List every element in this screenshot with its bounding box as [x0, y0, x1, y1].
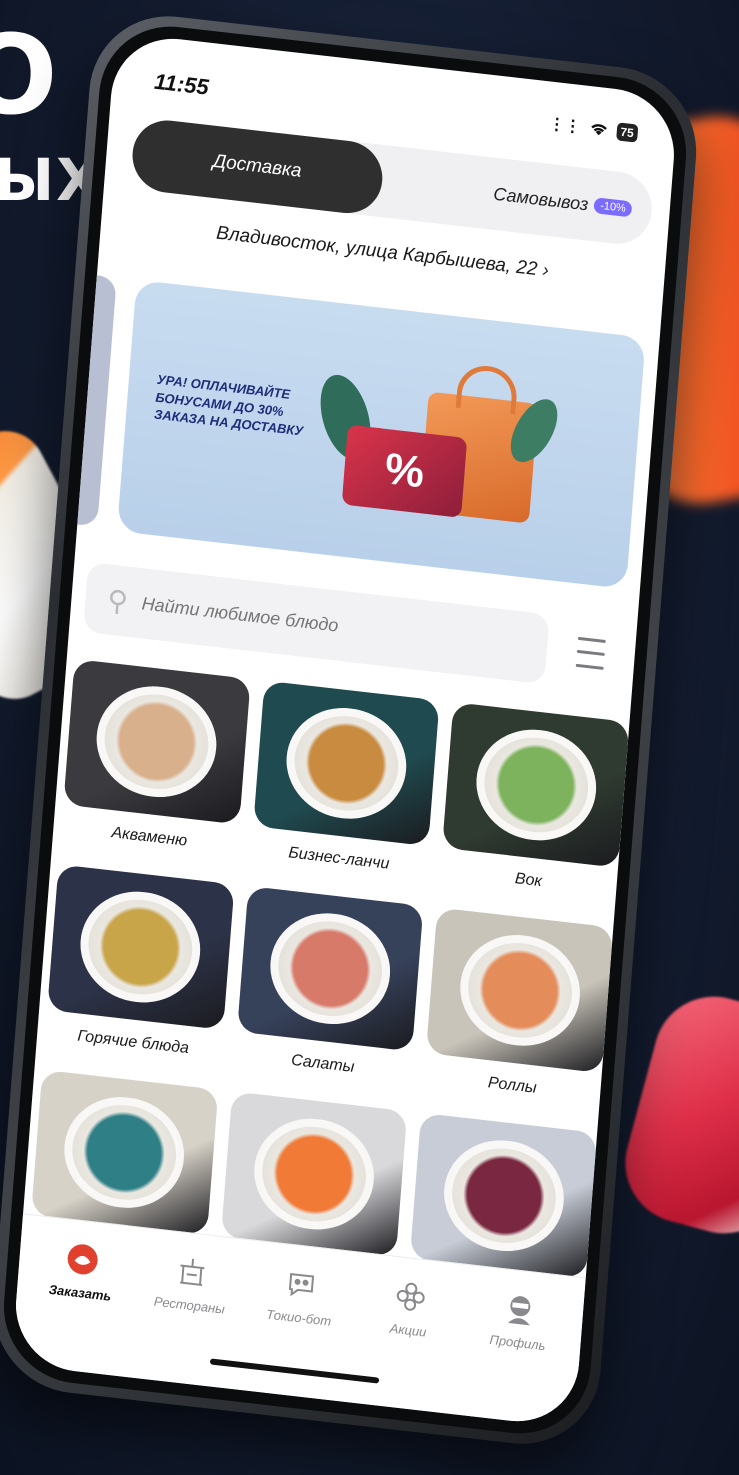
sushi-icon — [61, 1237, 104, 1281]
category-image — [47, 864, 235, 1030]
category-label: Горячие блюда — [76, 1027, 190, 1058]
dish-plate — [249, 1111, 379, 1237]
category-tile[interactable]: Горячие блюда — [44, 864, 235, 1069]
category-label: Акваменю — [110, 824, 188, 850]
search-bar[interactable]: ⚲ — [82, 561, 550, 685]
promo-banner-text: УРА! ОПЛАЧИВАЙТЕ БОНУСАМИ ДО 30% ЗАКАЗА … — [153, 371, 304, 439]
category-image — [252, 680, 440, 847]
category-label: Роллы — [487, 1074, 538, 1097]
category-tile[interactable]: Салаты — [234, 885, 424, 1091]
dish-plate — [471, 722, 600, 848]
tab-label: Акции — [389, 1320, 427, 1340]
dish-plate — [266, 906, 395, 1031]
tab-label: Профиль — [488, 1331, 546, 1354]
gift-flower-icon — [389, 1275, 432, 1319]
tab-label: Рестораны — [153, 1293, 226, 1317]
category-image — [220, 1091, 408, 1257]
dish-plate — [455, 928, 584, 1053]
promo-banner[interactable]: УРА! ОПЛАЧИВАЙТЕ БОНУСАМИ ДО 30% ЗАКАЗА … — [116, 279, 646, 590]
category-tile[interactable]: Роллы — [423, 907, 614, 1113]
home-indicator[interactable] — [209, 1358, 380, 1384]
dish-plate — [76, 885, 205, 1010]
tab-ninja-profile[interactable]: Профиль — [462, 1283, 576, 1356]
tab-sushi[interactable]: Заказать — [25, 1233, 139, 1306]
dish-plate — [439, 1133, 568, 1258]
app-screen: 11:55 ⋮⋮ 75 Доставка Самовывоз -10% Влад… — [11, 32, 679, 1428]
category-image — [442, 702, 630, 868]
filter-sliders-icon[interactable] — [569, 631, 612, 675]
tab-pickup-label: Самовывоз — [492, 183, 590, 214]
tab-temple[interactable]: Рестораны — [134, 1246, 248, 1319]
discount-card-illustration: % — [341, 424, 468, 518]
search-icon: ⚲ — [106, 583, 130, 618]
tab-gift-flower[interactable]: Акции — [353, 1271, 467, 1344]
delivery-address-text: Владивосток, улица Карбышева, 22 — [215, 222, 539, 281]
category-tile[interactable]: Бизнес-ланчи — [250, 680, 440, 886]
category-tile[interactable]: Акваменю — [60, 658, 251, 864]
tab-delivery-label: Доставка — [212, 150, 303, 182]
tab-label: Токио-бот — [265, 1306, 332, 1329]
tab-chat-bot[interactable]: Токио-бот — [243, 1258, 357, 1331]
dish-plate — [92, 679, 221, 804]
category-image — [410, 1112, 598, 1279]
tuna-nigiri-decoration — [611, 983, 739, 1247]
category-label: Вок — [514, 870, 543, 891]
status-time: 11:55 — [153, 68, 210, 100]
category-label: Бизнес-ланчи — [287, 844, 391, 873]
category-label: Салаты — [290, 1051, 355, 1076]
battery-icon: 75 — [615, 122, 639, 143]
ninja-profile-icon — [499, 1287, 542, 1331]
wifi-icon — [590, 124, 607, 136]
signal-icon: ⋮⋮ — [548, 115, 582, 137]
tab-pickup[interactable]: Самовывоз -10% — [491, 158, 635, 246]
category-grid: Акваменю Бизнес-ланчи Вок Горячие блюда Сала… — [28, 658, 630, 1318]
headline-line-1: О — [0, 20, 58, 115]
category-image — [30, 1069, 219, 1236]
temple-icon — [171, 1250, 214, 1294]
category-image — [426, 907, 614, 1074]
dish-plate — [282, 701, 411, 826]
status-icons: ⋮⋮ 75 — [548, 114, 639, 144]
pickup-discount-badge: -10% — [593, 197, 633, 218]
tab-label: Заказать — [48, 1281, 112, 1304]
dish-plate — [60, 1090, 189, 1215]
category-tile[interactable]: Вок — [439, 702, 630, 907]
chevron-right-icon: › — [541, 259, 550, 282]
search-input[interactable] — [138, 591, 424, 647]
category-image — [63, 658, 251, 825]
chat-bot-icon — [280, 1262, 323, 1306]
phone-mockup: 11:55 ⋮⋮ 75 Доставка Самовывоз -10% Влад… — [0, 7, 703, 1453]
category-image — [236, 885, 424, 1052]
tab-delivery[interactable]: Доставка — [129, 116, 385, 217]
